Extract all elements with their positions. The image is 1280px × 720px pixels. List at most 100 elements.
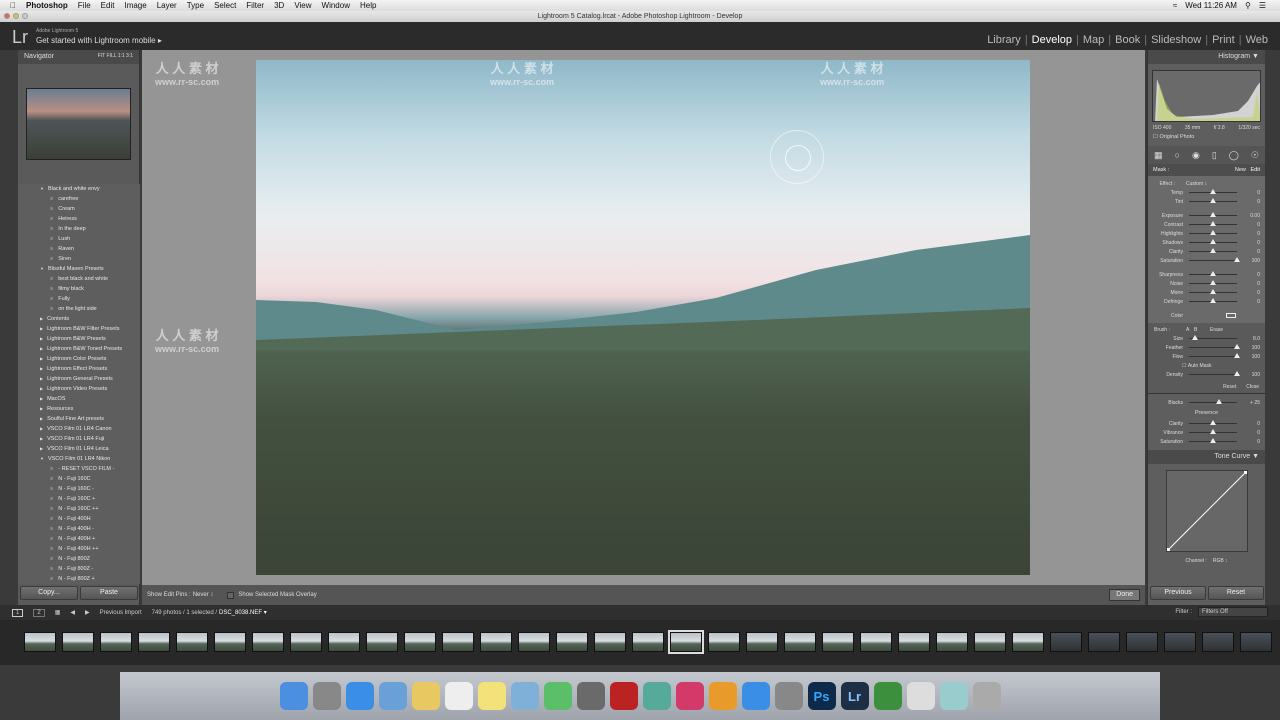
- slider-track[interactable]: [1189, 335, 1237, 340]
- preset-item[interactable]: N - Fuji 160C -: [18, 484, 140, 494]
- close-window-button[interactable]: [4, 13, 10, 19]
- minimize-button[interactable]: [13, 13, 19, 19]
- stickies-icon[interactable]: [477, 682, 506, 710]
- slider-track[interactable]: [1189, 271, 1237, 276]
- preset-item[interactable]: N - Fuji 160C +: [18, 494, 140, 504]
- filmstrip-thumbnail[interactable]: [1012, 632, 1044, 652]
- preset-folder[interactable]: Soulful Fine Art presets: [18, 414, 140, 424]
- back-arrow-icon[interactable]: ◀: [70, 609, 75, 616]
- preset-item[interactable]: on the light side: [18, 304, 140, 314]
- photo[interactable]: [256, 60, 1030, 575]
- slider-value[interactable]: + 25: [1240, 400, 1260, 406]
- filmstrip-thumbnail[interactable]: [1240, 632, 1272, 652]
- filmstrip-thumbnail[interactable]: [518, 632, 550, 652]
- source-label[interactable]: Previous Import: [100, 610, 142, 616]
- preset-folder[interactable]: Lightroom General Presets: [18, 374, 140, 384]
- filmstrip-thumbnail[interactable]: [860, 632, 892, 652]
- wifi-icon[interactable]: ≈: [1173, 1, 1177, 10]
- filmstrip-thumbnail[interactable]: [822, 632, 854, 652]
- slider-thumb[interactable]: [1210, 298, 1216, 303]
- slider-thumb[interactable]: [1210, 289, 1216, 294]
- histogram[interactable]: [1152, 70, 1261, 122]
- preset-folder[interactable]: VSCO Film 01 LR4 Fuji: [18, 434, 140, 444]
- preset-folder[interactable]: Lightroom B&W Filter Presets: [18, 324, 140, 334]
- effect-select[interactable]: Custom ↕: [1186, 181, 1207, 187]
- preset-folder[interactable]: Resources: [18, 404, 140, 414]
- menu-help[interactable]: Help: [360, 1, 376, 10]
- notification-icon[interactable]: ☰: [1259, 1, 1266, 10]
- spot-removal-icon[interactable]: ○: [1175, 150, 1180, 160]
- slider-value[interactable]: 0: [1240, 199, 1260, 205]
- filmstrip-thumbnail[interactable]: [708, 632, 740, 652]
- camtasia-icon[interactable]: [873, 682, 902, 710]
- filmstrip-thumbnail[interactable]: [556, 632, 588, 652]
- slider-thumb[interactable]: [1234, 353, 1240, 358]
- menu-app[interactable]: Photoshop: [26, 1, 68, 10]
- preset-folder[interactable]: VSCO Film 01 LR4 Canon: [18, 424, 140, 434]
- clock[interactable]: Wed 11:26 AM: [1185, 1, 1237, 10]
- slider-value[interactable]: 0: [1240, 430, 1260, 436]
- slider-thumb[interactable]: [1210, 429, 1216, 434]
- tone-curve-graph[interactable]: [1166, 470, 1248, 552]
- zoom-options[interactable]: FIT FILL 1:1 3:1: [98, 53, 133, 61]
- module-book[interactable]: Book: [1115, 34, 1140, 46]
- filmstrip-thumbnail[interactable]: [404, 632, 436, 652]
- slider-track[interactable]: [1189, 239, 1237, 244]
- copy-button[interactable]: Copy...: [20, 586, 78, 600]
- preview-icon[interactable]: [510, 682, 539, 710]
- slider-value[interactable]: 100: [1240, 372, 1260, 378]
- preset-item[interactable]: N - Fuji 400H: [18, 514, 140, 524]
- preset-item[interactable]: Heiress: [18, 214, 140, 224]
- preset-folder[interactable]: VSCO Film 01 LR4 Leica: [18, 444, 140, 454]
- filmstrip-thumbnail[interactable]: [1164, 632, 1196, 652]
- slider-value[interactable]: 0: [1240, 231, 1260, 237]
- graduated-filter-icon[interactable]: ▯: [1212, 150, 1217, 161]
- filmstrip-thumbnail[interactable]: [176, 632, 208, 652]
- slider-thumb[interactable]: [1210, 271, 1216, 276]
- slider-track[interactable]: [1189, 230, 1237, 235]
- slider-track[interactable]: [1189, 420, 1237, 425]
- filmstrip-thumbnail[interactable]: [1088, 632, 1120, 652]
- slider-track[interactable]: [1189, 212, 1237, 217]
- module-develop[interactable]: Develop: [1032, 34, 1072, 46]
- slider-track[interactable]: [1189, 221, 1237, 226]
- slider-value[interactable]: 8.0: [1240, 336, 1260, 342]
- mask-edit-button[interactable]: Edit: [1251, 167, 1260, 173]
- filmstrip-thumbnail[interactable]: [632, 632, 664, 652]
- slider-track[interactable]: [1189, 344, 1240, 349]
- menu-window[interactable]: Window: [322, 1, 350, 10]
- filmstrip-thumbnail[interactable]: [784, 632, 816, 652]
- filmstrip-thumbnail[interactable]: [898, 632, 930, 652]
- preset-item[interactable]: - RESET VSCO FILM -: [18, 464, 140, 474]
- zoom-button[interactable]: [22, 13, 28, 19]
- slider-thumb[interactable]: [1234, 371, 1240, 376]
- filmstrip-thumbnail[interactable]: [936, 632, 968, 652]
- lightroom-mobile-link[interactable]: Get started with Lightroom mobile ▸: [36, 36, 162, 45]
- filmstrip-thumbnail[interactable]: [138, 632, 170, 652]
- done-button[interactable]: Done: [1109, 589, 1140, 601]
- filmstrip-thumbnail[interactable]: [100, 632, 132, 652]
- filmstrip-thumbnail[interactable]: [746, 632, 778, 652]
- reset-button[interactable]: Reset: [1208, 586, 1264, 600]
- slider-value[interactable]: 0: [1240, 290, 1260, 296]
- preset-folder[interactable]: Lightroom Effect Presets: [18, 364, 140, 374]
- slider-thumb[interactable]: [1210, 438, 1216, 443]
- filmstrip-thumbnail[interactable]: [290, 632, 322, 652]
- slider-value[interactable]: 0: [1240, 249, 1260, 255]
- preset-folder[interactable]: Lightroom B&W Toned Presets: [18, 344, 140, 354]
- slider-value[interactable]: 100: [1240, 258, 1260, 264]
- filmstrip-thumbnail[interactable]: [442, 632, 474, 652]
- filmstrip-thumbnail[interactable]: [1202, 632, 1234, 652]
- slider-track[interactable]: [1189, 248, 1237, 253]
- preset-item[interactable]: N - Fuji 400H ++: [18, 544, 140, 554]
- finder-icon[interactable]: [279, 682, 308, 710]
- mail-icon[interactable]: [378, 682, 407, 710]
- preset-item[interactable]: N - Fuji 800Z +: [18, 574, 140, 584]
- previous-button[interactable]: Previous: [1150, 586, 1206, 600]
- preset-folder[interactable]: VSCO Film 01 LR4 Nikon: [18, 454, 140, 464]
- erase-tab[interactable]: Erase: [1210, 327, 1223, 333]
- preset-item[interactable]: N - Fuji 400H +: [18, 534, 140, 544]
- filmstrip-thumbnail[interactable]: [974, 632, 1006, 652]
- preset-folder[interactable]: Lightroom Color Presets: [18, 354, 140, 364]
- apple-icon[interactable]: : [10, 1, 16, 10]
